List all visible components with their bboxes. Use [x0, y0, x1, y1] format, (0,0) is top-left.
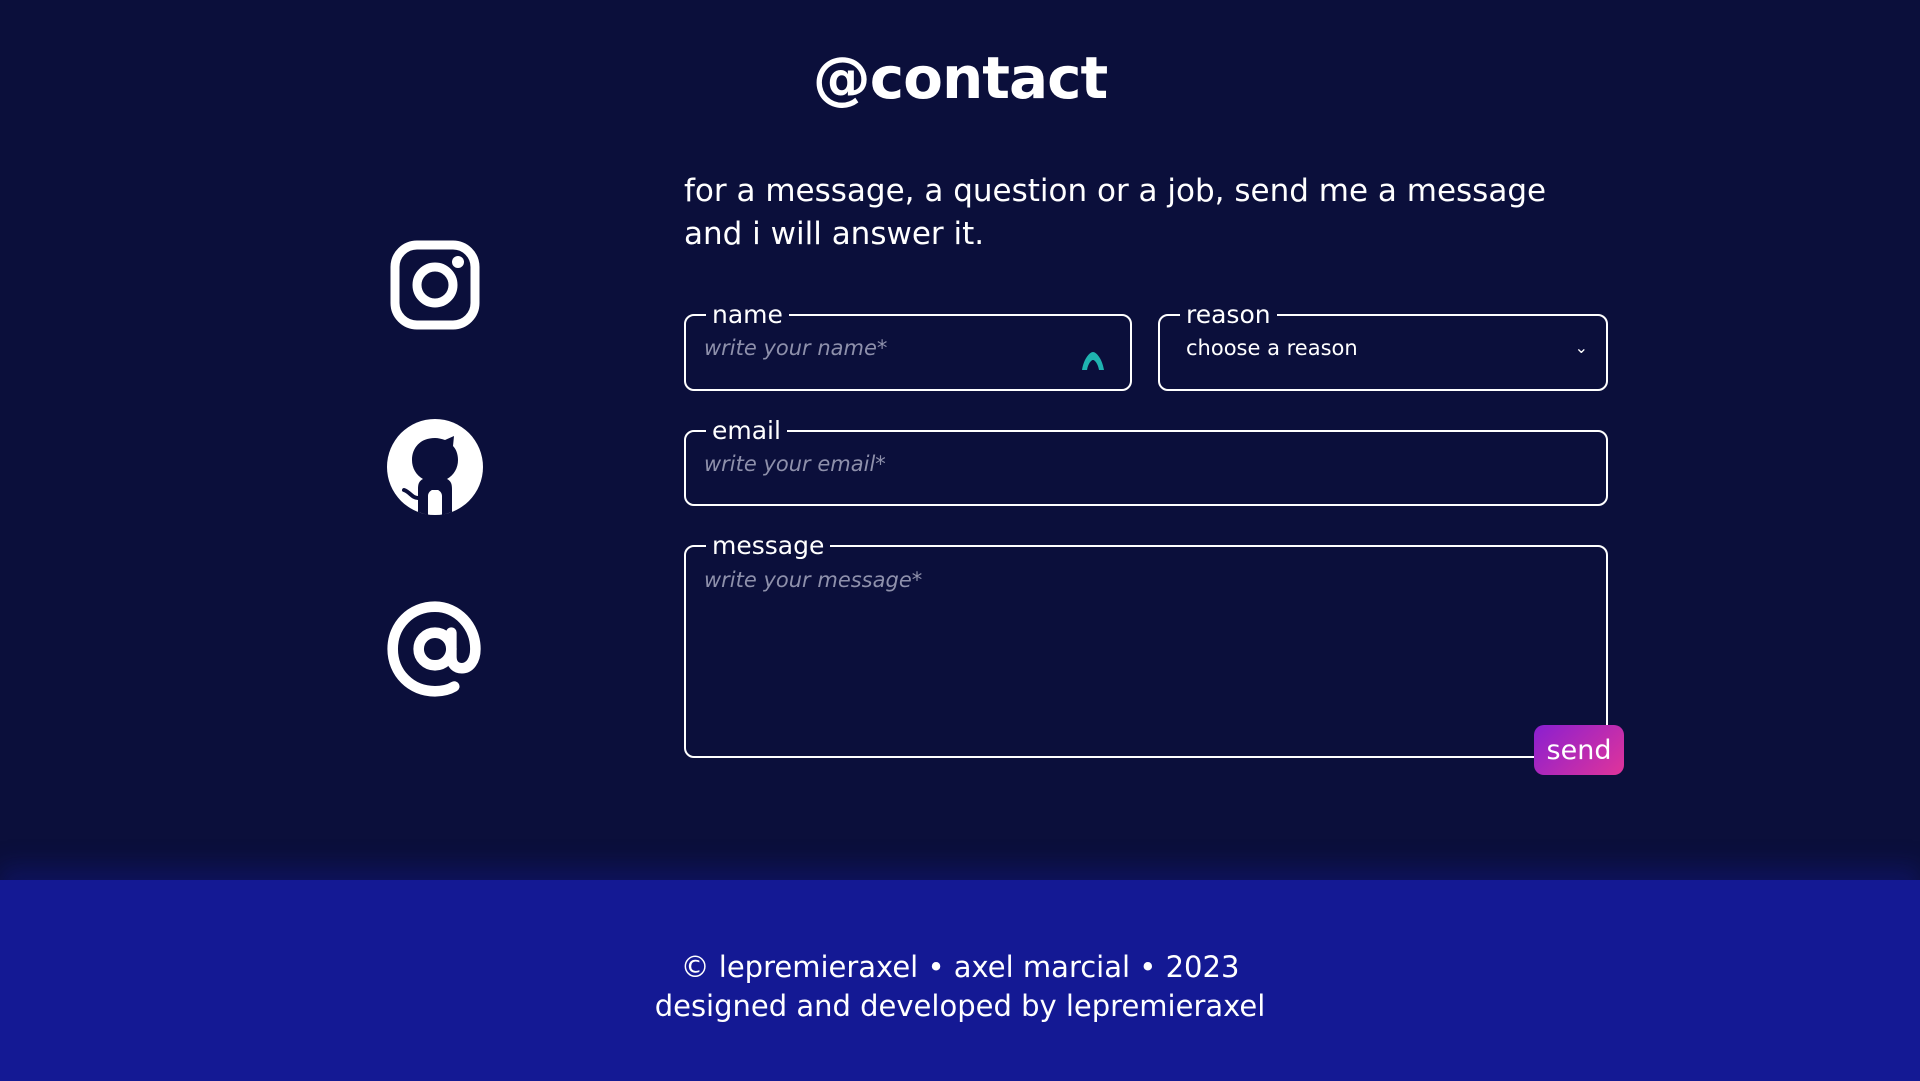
email-link[interactable]: [385, 599, 485, 699]
message-label: message: [712, 531, 825, 560]
footer-credits: designed and developed by lepremieraxel: [654, 989, 1266, 1023]
autofill-icon[interactable]: [1080, 350, 1106, 372]
github-link[interactable]: [385, 417, 485, 517]
contact-page: @contact for a message, a question or a …: [0, 0, 1920, 1081]
instagram-icon: [390, 240, 480, 330]
message-textarea[interactable]: [704, 556, 1588, 736]
message-field: message: [684, 531, 1608, 758]
footer: © lepremieraxel • axel marcial • 2023 de…: [0, 880, 1920, 1081]
email-input[interactable]: [704, 441, 1588, 487]
send-button[interactable]: send: [1534, 725, 1624, 775]
reason-selected-value: choose a reason: [1186, 336, 1358, 360]
name-field: name: [684, 300, 1132, 391]
reason-select[interactable]: choose a reason ⌄: [1178, 325, 1588, 371]
email-field: email: [684, 416, 1608, 506]
name-input[interactable]: [704, 325, 1112, 371]
name-label: name: [712, 300, 783, 329]
email-label: email: [712, 416, 781, 445]
page-title: @contact: [812, 44, 1109, 112]
instagram-link[interactable]: [385, 235, 485, 335]
chevron-down-icon: ⌄: [1574, 338, 1588, 357]
intro-text: for a message, a question or a job, send…: [684, 173, 1547, 252]
github-icon: [387, 419, 483, 515]
reason-label: reason: [1186, 300, 1271, 329]
reason-field: reason choose a reason ⌄: [1158, 300, 1608, 391]
at-sign-icon: [387, 601, 481, 697]
footer-copyright: © lepremieraxel • axel marcial • 2023: [680, 950, 1240, 984]
